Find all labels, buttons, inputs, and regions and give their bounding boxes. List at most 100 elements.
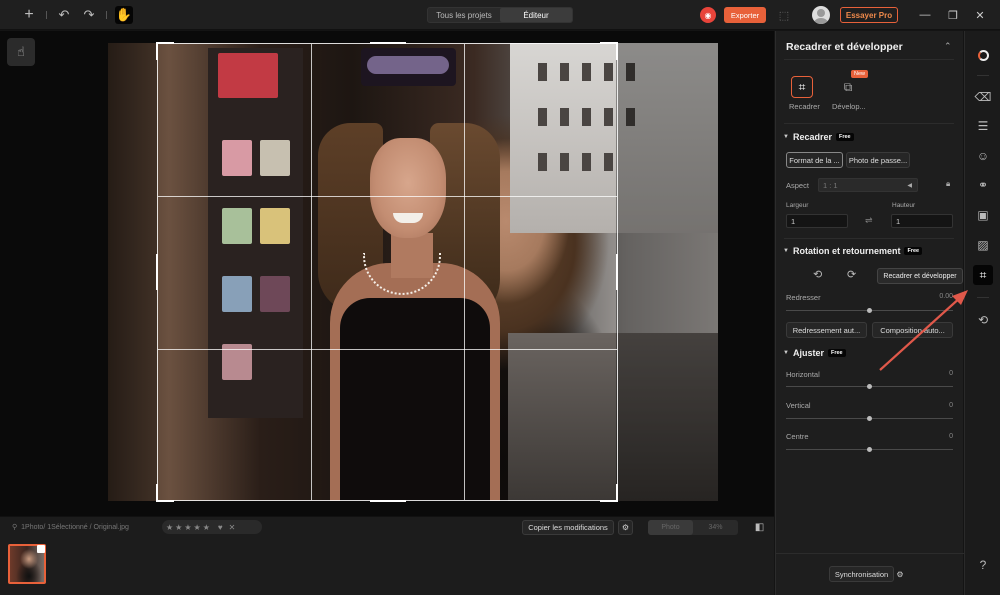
rotate-right-icon[interactable]: ⟳: [847, 268, 856, 281]
star-icon[interactable]: ★: [184, 523, 191, 532]
expand-mode-button[interactable]: ⧉: [837, 76, 859, 98]
hand-icon[interactable]: ✋: [115, 6, 133, 24]
section-rotation-title: Rotation et retournement: [792, 246, 901, 256]
crop-frame[interactable]: [157, 43, 618, 501]
star-icon[interactable]: ★: [203, 523, 210, 532]
maximize-icon[interactable]: ❐: [945, 7, 961, 23]
selected-checkbox-icon[interactable]: [37, 545, 45, 553]
section-adjust[interactable]: ▼ Ajuster Free: [783, 348, 846, 358]
rotate-left-icon[interactable]: ⟲: [813, 268, 822, 281]
aspect-select[interactable]: 1 : 1 ◀: [818, 178, 918, 192]
free-badge: Free: [827, 349, 846, 357]
help-icon[interactable]: ?: [973, 555, 993, 575]
auto-straighten-button[interactable]: Redressement aut...: [786, 322, 867, 338]
caret-down-icon: ▼: [783, 134, 789, 140]
swap-icon[interactable]: ⇌: [865, 215, 873, 226]
passport-photo-button[interactable]: Photo de passe...: [846, 152, 910, 168]
rail-divider: [977, 75, 989, 76]
slider-handle[interactable]: [867, 447, 872, 452]
slider-handle[interactable]: [867, 308, 872, 313]
crop-handle-bottom-right[interactable]: [616, 484, 618, 502]
crop-mask-left: [108, 43, 157, 501]
gear-icon[interactable]: ⚙: [893, 566, 907, 582]
free-badge: Free: [835, 133, 854, 141]
plus-icon[interactable]: +: [20, 6, 38, 24]
crop-handle-bottom[interactable]: [370, 500, 406, 502]
section-adjust-title: Ajuster: [792, 348, 824, 358]
slider-handle[interactable]: [867, 384, 872, 389]
divider: [784, 238, 954, 239]
horizontal-slider[interactable]: [786, 384, 953, 389]
height-input[interactable]: 1: [891, 214, 953, 228]
body-icon[interactable]: ⚭: [973, 175, 993, 195]
slider-handle[interactable]: [867, 416, 872, 421]
star-icon[interactable]: ★: [175, 523, 182, 532]
crop-handle-top-right[interactable]: [616, 42, 618, 60]
compare-icon[interactable]: ◧: [752, 520, 767, 535]
tab-editor[interactable]: Éditeur: [500, 8, 572, 22]
reject-icon[interactable]: ✕: [229, 523, 236, 532]
divider: [784, 123, 954, 124]
divider: [784, 59, 954, 60]
horizontal-label: Horizontal: [786, 370, 820, 379]
star-icon[interactable]: ★: [166, 523, 173, 532]
view-option[interactable]: Photo: [648, 520, 693, 535]
heart-icon[interactable]: ♥: [218, 523, 223, 532]
filter-icon[interactable]: ⚲: [12, 523, 17, 531]
zoom-switcher: Photo 34%: [648, 520, 738, 535]
crop-icon[interactable]: ⌗: [973, 265, 993, 285]
format-button[interactable]: Format de la ...: [786, 152, 843, 168]
rating-bar: ★ ★ ★ ★ ★ ♥ ✕: [162, 520, 262, 534]
gear-icon[interactable]: ⚙: [618, 520, 633, 535]
crop-handle-bottom-left[interactable]: [156, 484, 158, 502]
ai-icon[interactable]: ◉: [700, 7, 716, 23]
crop-handle-top-left[interactable]: [156, 42, 158, 60]
straighten-slider[interactable]: [786, 308, 953, 313]
share-icon[interactable]: ⬚: [777, 8, 791, 22]
crop-handle-right[interactable]: [616, 254, 618, 290]
crop-handle-top[interactable]: [370, 42, 406, 44]
aspect-value: 1 : 1: [823, 180, 838, 190]
star-icon[interactable]: ★: [194, 523, 201, 532]
pattern-icon[interactable]: ▨: [973, 235, 993, 255]
new-badge: New: [851, 70, 869, 78]
close-icon[interactable]: ✕: [972, 7, 988, 23]
auto-composition-button[interactable]: Composition auto...: [872, 322, 953, 338]
aspect-label: Aspect: [786, 181, 809, 190]
crop-handle-left[interactable]: [156, 254, 158, 290]
file-path-text: 1Photo/ 1Sélectionné / Original.jpg: [21, 523, 129, 531]
section-crop-title: Recadrer: [792, 132, 832, 142]
crop-handle-bottom-left[interactable]: [156, 500, 174, 502]
zoom-level[interactable]: 34%: [693, 520, 738, 535]
copy-edits-button[interactable]: Copier les modifications: [522, 520, 614, 535]
face-icon[interactable]: ☺: [973, 146, 993, 166]
crop-handle-top-left[interactable]: [156, 42, 174, 44]
vertical-value: 0: [949, 402, 953, 409]
tab-all-projects[interactable]: Tous les projets: [428, 8, 500, 22]
caret-down-icon: ▼: [783, 248, 789, 254]
history-icon[interactable]: ⟲: [973, 310, 993, 330]
undo-icon[interactable]: ↶: [55, 6, 73, 24]
minimize-icon[interactable]: —: [917, 7, 933, 23]
redo-icon[interactable]: ↷: [80, 6, 98, 24]
eraser-icon[interactable]: ⌫: [973, 87, 993, 107]
section-crop[interactable]: ▼ Recadrer Free: [783, 132, 854, 142]
width-input[interactable]: 1: [786, 214, 848, 228]
ai-enhance-icon[interactable]: [973, 45, 993, 65]
divider: [776, 553, 964, 554]
section-rotation[interactable]: ▼ Rotation et retournement Free: [783, 246, 923, 256]
pan-tool-icon[interactable]: ☝: [7, 38, 35, 66]
image-icon[interactable]: ▣: [973, 205, 993, 225]
collapse-icon[interactable]: ⌃: [944, 41, 952, 52]
sync-button[interactable]: Synchronisation: [829, 566, 894, 582]
avatar[interactable]: [812, 6, 830, 24]
panel-title: Recadrer et développer: [786, 41, 903, 53]
lock-icon[interactable]: 🔒︎: [946, 179, 950, 189]
try-pro-button[interactable]: Essayer Pro: [840, 7, 898, 23]
vertical-slider[interactable]: [786, 416, 953, 421]
sliders-icon[interactable]: ☰: [973, 116, 993, 136]
crop-icon: ⌗: [798, 79, 806, 94]
export-button[interactable]: Exporter: [724, 7, 766, 23]
center-slider[interactable]: [786, 447, 953, 452]
crop-mode-button[interactable]: ⌗: [791, 76, 813, 98]
